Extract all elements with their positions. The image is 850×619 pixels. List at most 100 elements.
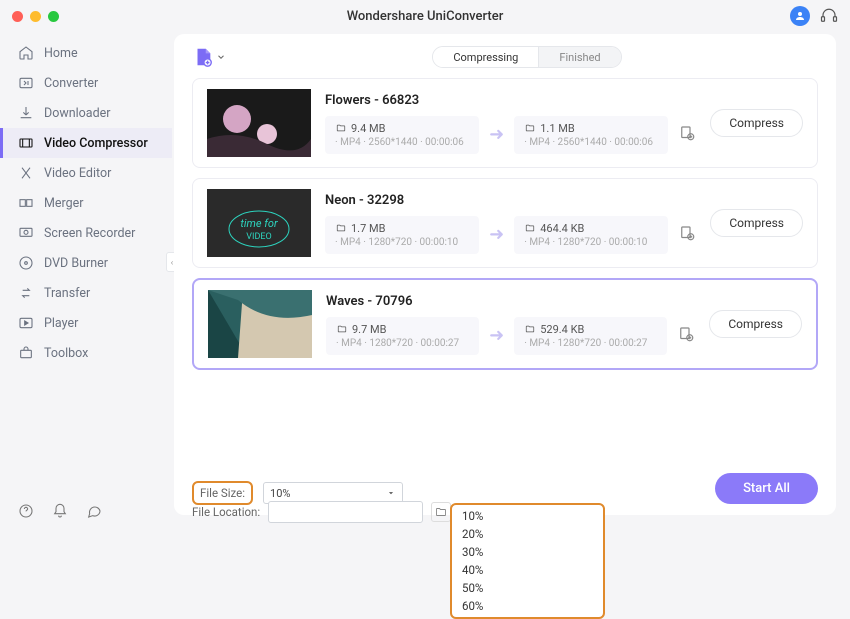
compress-button[interactable]: Compress [710, 109, 803, 137]
file-title: Neon - 32298 [325, 193, 696, 208]
add-file-icon [192, 46, 214, 68]
bell-icon[interactable] [52, 503, 68, 519]
file-title: Flowers - 66823 [325, 93, 696, 108]
gear-icon [677, 325, 695, 343]
dvd-icon [18, 255, 34, 271]
file-card[interactable]: Waves - 70796 9.7 MB · MP4 · 1280*720 · … [192, 278, 818, 370]
chevron-down-icon [386, 488, 396, 498]
window-controls [12, 11, 59, 22]
svg-text:time for: time for [240, 217, 278, 230]
player-icon [18, 315, 34, 331]
location-input[interactable] [268, 501, 423, 523]
account-avatar[interactable] [790, 6, 810, 26]
gear-icon [678, 224, 696, 242]
sidebar-label: Downloader [44, 106, 111, 121]
settings-button[interactable] [678, 124, 696, 146]
settings-button[interactable] [678, 224, 696, 246]
filesize-dropdown-list: 10% 20% 30% 40% 50% 60% [450, 503, 605, 619]
compress-button[interactable]: Compress [710, 209, 803, 237]
app-title: Wondershare UniConverter [347, 9, 504, 24]
browse-folder-button[interactable] [431, 502, 451, 522]
chat-icon[interactable] [86, 503, 102, 519]
dropdown-option[interactable]: 60% [452, 597, 603, 615]
sidebar-item-video-compressor[interactable]: Video Compressor [0, 128, 172, 158]
svg-text:VIDEO: VIDEO [246, 232, 271, 242]
home-icon [18, 45, 34, 61]
sidebar-label: Toolbox [44, 346, 88, 361]
sidebar: Home Converter Downloader Video Compress… [0, 32, 172, 529]
close-window-button[interactable] [12, 11, 23, 22]
sidebar-item-merger[interactable]: Merger [0, 188, 172, 218]
target-meta: 1.1 MB · MP4 · 2560*1440 · 00:00:06 [514, 116, 668, 154]
chevron-down-icon [216, 52, 226, 62]
toolbox-icon [18, 345, 34, 361]
folder-icon [335, 123, 347, 133]
settings-button[interactable] [677, 325, 695, 347]
support-icon[interactable] [820, 7, 838, 25]
folder-icon [435, 506, 447, 518]
folder-icon [524, 123, 536, 133]
tab-compressing[interactable]: Compressing [433, 47, 539, 67]
sidebar-item-video-editor[interactable]: Video Editor [0, 158, 172, 188]
dropdown-option[interactable]: 50% [452, 579, 603, 597]
sidebar-item-player[interactable]: Player [0, 308, 172, 338]
arrow-icon: ➜ [489, 124, 504, 145]
titlebar: Wondershare UniConverter [0, 0, 850, 32]
recorder-icon [18, 225, 34, 241]
compressor-icon [18, 135, 34, 151]
source-meta: 9.7 MB · MP4 · 1280*720 · 00:00:27 [326, 317, 479, 355]
user-icon [794, 10, 806, 22]
dropdown-option[interactable]: 40% [452, 561, 603, 579]
arrow-icon: ➜ [489, 224, 504, 245]
transfer-icon [18, 285, 34, 301]
help-icon[interactable] [18, 503, 34, 519]
dropdown-option[interactable]: 30% [452, 543, 603, 561]
sidebar-item-home[interactable]: Home [0, 38, 172, 68]
start-all-button[interactable]: Start All [715, 473, 818, 504]
thumbnail [208, 290, 312, 358]
minimize-window-button[interactable] [30, 11, 41, 22]
status-tabs: Compressing Finished [432, 46, 621, 68]
dropdown-option[interactable]: 10% [452, 507, 603, 525]
compress-button[interactable]: Compress [709, 310, 802, 338]
sidebar-item-toolbox[interactable]: Toolbox [0, 338, 172, 368]
converter-icon [18, 75, 34, 91]
sidebar-label: Screen Recorder [44, 226, 135, 241]
sidebar-item-downloader[interactable]: Downloader [0, 98, 172, 128]
add-file-button[interactable] [192, 46, 226, 68]
gear-icon [678, 124, 696, 142]
sidebar-label: DVD Burner [44, 256, 108, 271]
content-panel: Compressing Finished Flowers - 66823 9.4… [174, 34, 836, 515]
footer-bar: File Size: 10% 10% 20% 30% 40% 50% 60% F… [192, 475, 818, 515]
target-meta: 529.4 KB · MP4 · 1280*720 · 00:00:27 [514, 317, 667, 355]
download-icon [18, 105, 34, 121]
folder-icon [335, 223, 347, 233]
arrow-icon: ➜ [489, 325, 504, 346]
sidebar-label: Home [44, 46, 78, 61]
sidebar-label: Player [44, 316, 78, 331]
file-card[interactable]: Flowers - 66823 9.4 MB · MP4 · 2560*1440… [192, 78, 818, 168]
sidebar-label: Converter [44, 76, 98, 91]
source-meta: 9.4 MB · MP4 · 2560*1440 · 00:00:06 [325, 116, 479, 154]
sidebar-item-converter[interactable]: Converter [0, 68, 172, 98]
file-list: Flowers - 66823 9.4 MB · MP4 · 2560*1440… [192, 78, 818, 475]
sidebar-item-transfer[interactable]: Transfer [0, 278, 172, 308]
sidebar-label: Video Editor [44, 166, 111, 181]
location-label: File Location: [192, 505, 260, 519]
sidebar-label: Transfer [44, 286, 90, 301]
thumbnail [207, 89, 311, 157]
folder-icon [524, 223, 536, 233]
source-meta: 1.7 MB · MP4 · 1280*720 · 00:00:10 [325, 216, 479, 254]
sidebar-label: Merger [44, 196, 84, 211]
sidebar-item-screen-recorder[interactable]: Screen Recorder [0, 218, 172, 248]
sidebar-item-dvd-burner[interactable]: DVD Burner [0, 248, 172, 278]
file-card[interactable]: time for VIDEO Neon - 32298 1.7 MB · MP4 … [192, 178, 818, 268]
editor-icon [18, 165, 34, 181]
merger-icon [18, 195, 34, 211]
file-title: Waves - 70796 [326, 294, 695, 309]
target-meta: 464.4 KB · MP4 · 1280*720 · 00:00:10 [514, 216, 668, 254]
maximize-window-button[interactable] [48, 11, 59, 22]
dropdown-option[interactable]: 20% [452, 525, 603, 543]
folder-icon [336, 324, 348, 334]
tab-finished[interactable]: Finished [539, 47, 620, 67]
